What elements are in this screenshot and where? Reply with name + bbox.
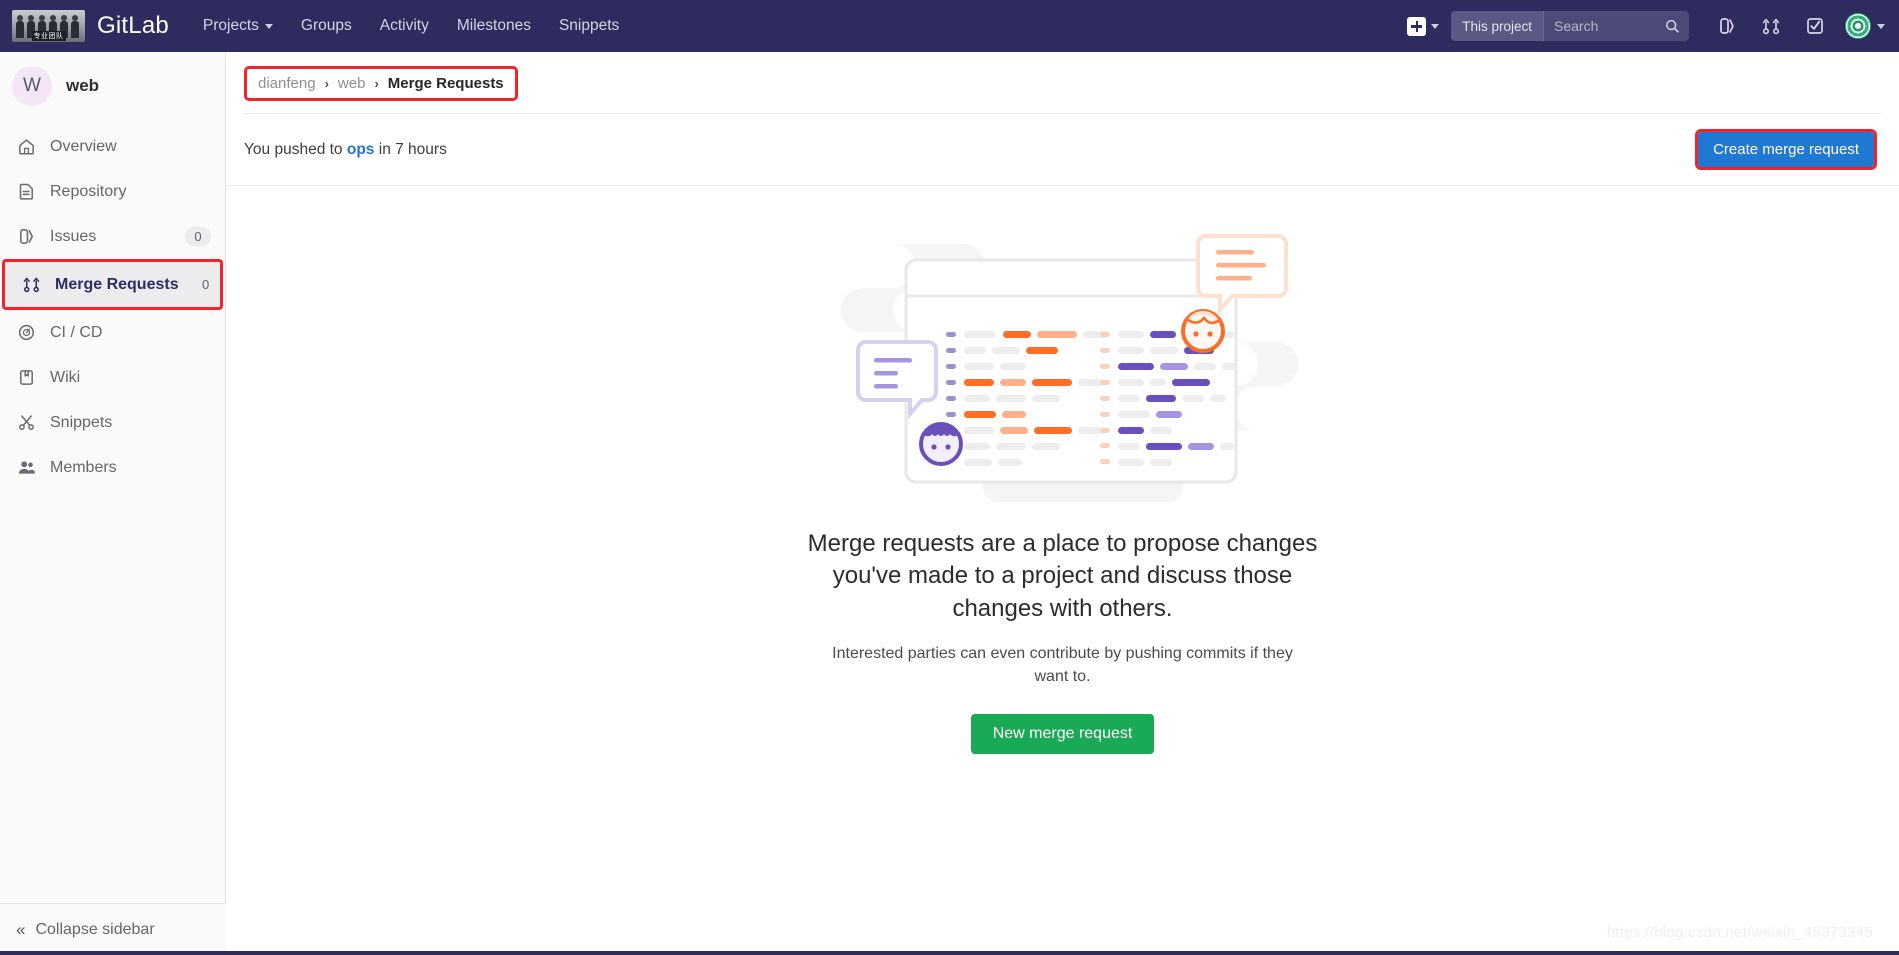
nav-item-activity[interactable]: Activity [380, 17, 429, 35]
breadcrumb-separator-icon: › [374, 76, 379, 91]
plus-icon [1407, 16, 1427, 36]
nav-label-projects: Projects [202, 17, 259, 34]
project-sidebar: W web Overview Repository Issues 0 Merge… [0, 52, 226, 955]
merge-requests-count-badge: 0 [192, 275, 219, 294]
project-avatar: W [12, 66, 52, 106]
sidebar-label-merge-requests: Merge Requests [55, 275, 179, 293]
sidebar-item-ci-cd[interactable]: CI / CD [0, 310, 225, 355]
main-content: dianfeng › web › Merge Requests You push… [226, 52, 1899, 955]
nav-item-milestones[interactable]: Milestones [457, 17, 531, 35]
document-icon [16, 182, 36, 202]
sidebar-item-members[interactable]: Members [0, 445, 225, 490]
create-merge-request-button[interactable]: Create merge request [1698, 132, 1874, 167]
avatar-face-orange [1180, 309, 1225, 353]
push-notice-text: You pushed to ops in 7 hours [244, 141, 447, 159]
empty-state-subtitle: Interested parties can even contribute b… [832, 645, 1293, 685]
push-notice-row: You pushed to ops in 7 hours Create merg… [226, 114, 1899, 186]
logo-caption: 专业团队 [31, 31, 66, 41]
push-branch-link[interactable]: ops [347, 141, 375, 158]
nav-item-projects[interactable]: Projects [203, 17, 273, 35]
merge-request-illustration [840, 234, 1298, 502]
issues-nav-icon[interactable] [1705, 0, 1749, 52]
empty-state: Merge requests are a place to propose ch… [226, 186, 1899, 754]
brand[interactable]: 专业团队 GitLab [12, 10, 169, 42]
top-navbar: 专业团队 GitLab Projects Groups Activity Mil… [0, 0, 1899, 52]
sidebar-item-merge-requests[interactable]: Merge Requests 0 [5, 262, 220, 307]
chevron-double-left-icon: « [16, 919, 26, 939]
issues-count-badge: 0 [185, 227, 211, 246]
sidebar-item-wiki[interactable]: Wiki [0, 355, 225, 400]
home-icon [16, 137, 36, 157]
sidebar-label-repository: Repository [50, 182, 127, 200]
push-suffix: in 7 hours [378, 140, 447, 158]
book-icon [16, 368, 36, 388]
todos-nav-icon[interactable] [1793, 0, 1837, 52]
sidebar-label-members: Members [50, 458, 117, 476]
empty-state-title: Merge requests are a place to propose ch… [807, 530, 1318, 622]
scissors-icon [16, 413, 36, 433]
watermark-text: https://blog.csdn.net/weixin_45373345 [1606, 924, 1873, 941]
sidebar-label-wiki: Wiki [50, 368, 81, 386]
search-bar[interactable]: This project [1451, 11, 1689, 41]
collapse-sidebar-label: Collapse sidebar [35, 920, 155, 938]
sidebar-item-overview[interactable]: Overview [0, 124, 225, 169]
breadcrumb-current: Merge Requests [387, 75, 504, 92]
sidebar-label-ci-cd: CI / CD [50, 323, 103, 341]
breadcrumb-separator-icon: › [324, 76, 329, 91]
sidebar-label-snippets: Snippets [50, 413, 113, 431]
rocket-icon [16, 323, 36, 343]
search-scope-label[interactable]: This project [1451, 11, 1544, 41]
breadcrumb-group[interactable]: dianfeng [258, 75, 316, 92]
search-field[interactable] [1544, 11, 1689, 41]
avatar-face-purple [918, 422, 963, 466]
create-merge-request-annotation-box: Create merge request [1695, 129, 1877, 170]
user-menu[interactable] [1837, 13, 1885, 39]
push-prefix: You pushed to [244, 140, 343, 158]
sidebar-label-issues: Issues [50, 227, 97, 245]
chevron-down-icon [1877, 23, 1885, 29]
sidebar-item-snippets[interactable]: Snippets [0, 400, 225, 445]
issues-icon [16, 227, 36, 247]
gitlab-logo-image: 专业团队 [12, 10, 85, 42]
primary-nav: Projects Groups Activity Milestones Snip… [203, 17, 619, 35]
search-icon [1665, 19, 1679, 33]
nav-item-groups[interactable]: Groups [301, 17, 352, 35]
project-header[interactable]: W web [0, 52, 225, 120]
merge-requests-nav-icon[interactable] [1749, 0, 1793, 52]
merge-requests-annotation-box: Merge Requests 0 [2, 259, 223, 310]
sidebar-item-issues[interactable]: Issues 0 [0, 214, 225, 259]
new-item-button[interactable] [1395, 16, 1451, 36]
merge-requests-icon [21, 275, 41, 295]
sidebar-nav: Overview Repository Issues 0 Merge Reque… [0, 124, 225, 490]
search-input[interactable] [1554, 18, 1665, 34]
bottom-edge [0, 951, 1899, 955]
chevron-down-icon [1431, 23, 1440, 29]
users-icon [16, 458, 36, 478]
sidebar-label-overview: Overview [50, 137, 117, 155]
breadcrumb-row: dianfeng › web › Merge Requests [226, 52, 1899, 101]
project-name: web [66, 76, 100, 95]
chevron-down-icon [264, 23, 273, 29]
collapse-sidebar-button[interactable]: « Collapse sidebar [0, 903, 226, 955]
avatar [1845, 13, 1871, 39]
breadcrumb: dianfeng › web › Merge Requests [244, 66, 518, 101]
new-merge-request-button[interactable]: New merge request [970, 713, 1155, 754]
navbar-right: This project [1395, 0, 1885, 52]
breadcrumb-project[interactable]: web [338, 75, 366, 92]
sidebar-item-repository[interactable]: Repository [0, 169, 225, 214]
nav-item-snippets[interactable]: Snippets [559, 17, 619, 35]
brand-title: GitLab [97, 12, 169, 39]
